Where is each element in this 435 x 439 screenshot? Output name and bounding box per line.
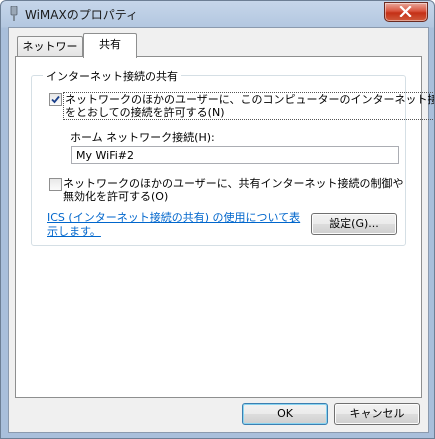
ics-help-link[interactable]: ICS (インターネット接続の共有) の使用について表 示します。 — [47, 211, 300, 239]
tab-sharing[interactable]: 共有 — [83, 33, 137, 58]
allow-control-line2: 無効化を許可する(O) — [63, 190, 169, 203]
settings-button[interactable]: 設定(G)... — [311, 213, 397, 235]
group-title: インターネット接続の共有 — [43, 68, 181, 84]
dialog-client-area: ネットワーク 共有 インターネット接続の共有 ネットワークのほかのユーザーに、こ… — [8, 27, 434, 433]
allow-control-line1: ネットワークのほかのユーザーに、共有インターネット接続の制御や — [63, 177, 404, 190]
home-network-label: ホーム ネットワーク接続(H): — [70, 131, 215, 144]
home-network-field[interactable]: My WiFi#2 — [71, 146, 399, 164]
close-icon — [399, 6, 412, 17]
properties-window: WiMAXのプロパティ ネットワーク 共有 インターネット接続の共有 ネットワー… — [0, 0, 435, 439]
close-button[interactable] — [384, 2, 428, 22]
allow-connect-line1: ネットワークのほかのユーザーに、このコンピューターのインターネット接続 — [65, 93, 435, 106]
ics-help-link-line2: 示します。 — [47, 225, 101, 238]
allow-connect-checkbox[interactable] — [49, 93, 62, 106]
sharing-tab-panel: インターネット接続の共有 ネットワークのほかのユーザーに、このコンピューターのイ… — [15, 56, 434, 398]
title-bar[interactable]: WiMAXのプロパティ — [1, 1, 434, 27]
ok-button[interactable]: OK — [242, 403, 328, 425]
checkmark-icon — [51, 95, 60, 104]
allow-connect-label[interactable]: ネットワークのほかのユーザーに、このコンピューターのインターネット接続 をとおし… — [63, 92, 435, 120]
window-title: WiMAXのプロパティ — [25, 8, 138, 22]
allow-control-checkbox[interactable] — [49, 178, 62, 191]
cancel-button[interactable]: キャンセル — [334, 403, 420, 425]
network-adapter-icon — [10, 6, 18, 21]
tab-network[interactable]: ネットワーク — [17, 36, 83, 73]
allow-control-label[interactable]: ネットワークのほかのユーザーに、共有インターネット接続の制御や 無効化を許可する… — [63, 177, 403, 203]
ics-help-link-line1: ICS (インターネット接続の共有) の使用について表 — [47, 211, 301, 224]
ics-group-box: インターネット接続の共有 ネットワークのほかのユーザーに、このコンピューターのイ… — [31, 68, 434, 246]
allow-connect-line2: をとおしての接続を許可する(N) — [65, 106, 225, 119]
